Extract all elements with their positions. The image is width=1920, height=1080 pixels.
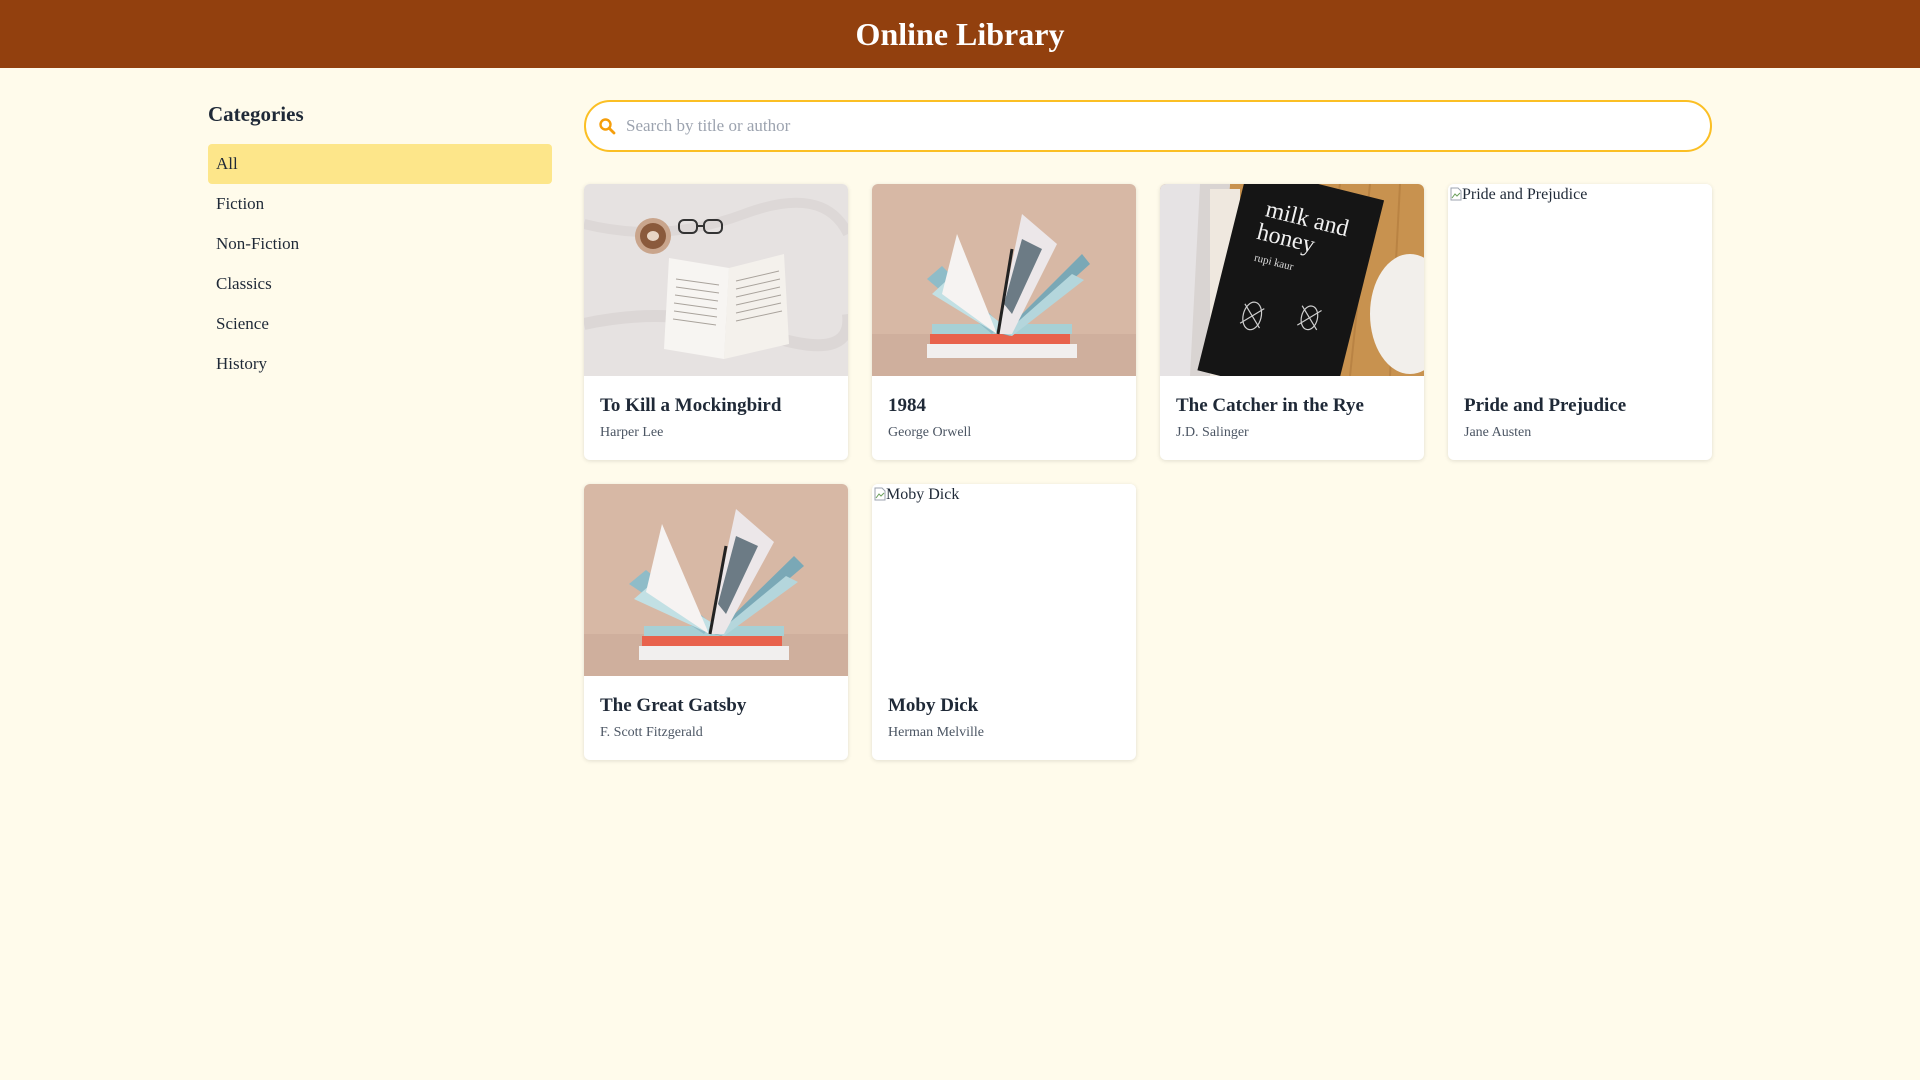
book-title[interactable]: Moby Dick (888, 694, 1120, 718)
search-icon (599, 118, 616, 135)
search-input[interactable] (626, 102, 1696, 150)
book-card[interactable]: Pride and Prejudice Pride and Prejudice … (1448, 184, 1712, 460)
broken-image-alt: Moby Dick (872, 486, 959, 504)
book-card[interactable]: milk and honey rupi kaur The Catcher in … (1160, 184, 1424, 460)
book-cover-image: Moby Dick (872, 484, 1136, 676)
category-item-classics[interactable]: Classics (208, 264, 552, 304)
category-item-history[interactable]: History (208, 344, 552, 384)
category-item-fiction[interactable]: Fiction (208, 184, 552, 224)
main-content: To Kill a Mockingbird Harper Lee (584, 100, 1712, 760)
book-grid: To Kill a Mockingbird Harper Lee 1984 Ge… (584, 184, 1712, 760)
book-cover-image: milk and honey rupi kaur (1160, 184, 1424, 376)
book-card[interactable]: To Kill a Mockingbird Harper Lee (584, 184, 848, 460)
book-author: F. Scott Fitzgerald (600, 725, 703, 740)
app-header: Online Library (0, 0, 1920, 68)
book-title[interactable]: 1984 (888, 394, 1120, 418)
book-title[interactable]: Pride and Prejudice (1464, 394, 1696, 418)
book-card[interactable]: The Great Gatsby F. Scott Fitzgerald (584, 484, 848, 760)
book-author: Harper Lee (600, 425, 664, 440)
book-card[interactable]: 1984 George Orwell (872, 184, 1136, 460)
categories-heading: Categories (208, 102, 304, 126)
book-cover-image (584, 184, 848, 376)
book-author: George Orwell (888, 425, 972, 440)
book-title[interactable]: To Kill a Mockingbird (600, 394, 832, 418)
book-title[interactable]: The Great Gatsby (600, 694, 832, 718)
book-card[interactable]: Moby Dick Moby Dick Herman Melville (872, 484, 1136, 760)
category-item-non-fiction[interactable]: Non-Fiction (208, 224, 552, 264)
book-cover-image: Pride and Prejudice (1448, 184, 1712, 376)
cover-alt-text: Moby Dick (886, 486, 960, 503)
category-item-science[interactable]: Science (208, 304, 552, 344)
book-cover-image (584, 484, 848, 676)
book-author: J.D. Salinger (1176, 425, 1249, 440)
book-author: Herman Melville (888, 725, 985, 740)
search-bar[interactable] (584, 100, 1712, 152)
category-item-all[interactable]: All (208, 144, 552, 184)
category-sidebar: Categories All Fiction Non-Fiction Class… (208, 100, 552, 384)
broken-image-icon (1450, 187, 1462, 201)
cover-alt-text: Pride and Prejudice (1462, 186, 1588, 203)
book-title[interactable]: The Catcher in the Rye (1176, 394, 1408, 418)
book-cover-image (872, 184, 1136, 376)
broken-image-icon (874, 487, 886, 501)
book-author: Jane Austen (1464, 425, 1532, 440)
broken-image-alt: Pride and Prejudice (1448, 186, 1587, 204)
app-title: Online Library (855, 15, 1065, 52)
page-layout: Categories All Fiction Non-Fiction Class… (0, 68, 1920, 1080)
